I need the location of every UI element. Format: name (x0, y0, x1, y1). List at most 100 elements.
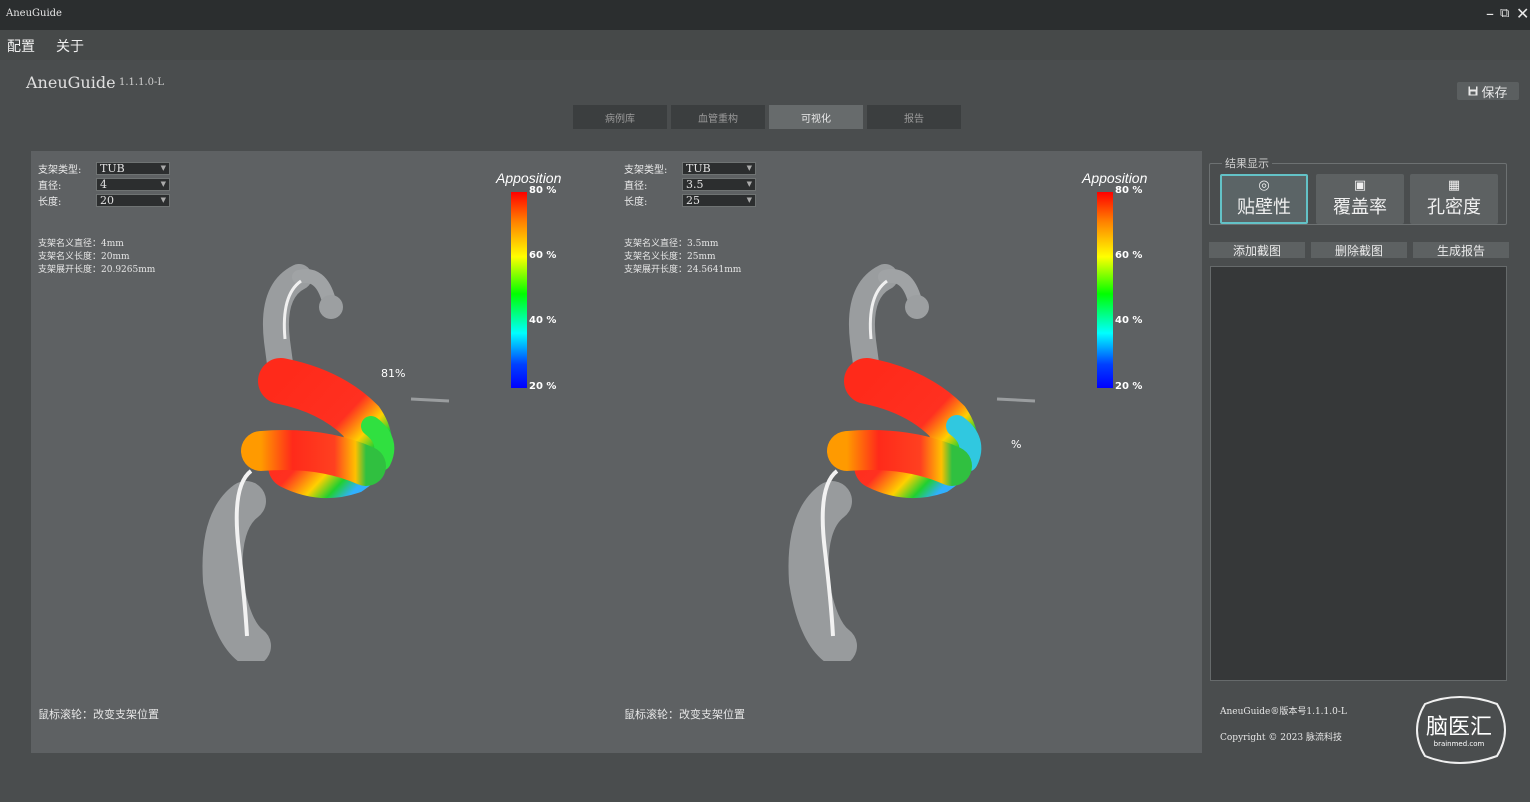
coverage-button[interactable]: ▣ 覆盖率 (1316, 174, 1404, 224)
floppy-disk-icon (1468, 86, 1478, 96)
legend-title: Apposition (1082, 170, 1148, 186)
apposition-colorbar (1097, 192, 1113, 388)
vessel-3d-model[interactable] (767, 251, 1047, 661)
stent-type-label: 支架类型: (38, 164, 82, 176)
length-label: 长度: (624, 196, 648, 208)
generate-report-button[interactable]: 生成报告 (1413, 242, 1509, 258)
app-name: AneuGuide (26, 73, 116, 92)
legend-tick: 80 % (1115, 185, 1143, 196)
diameter-select[interactable]: 3.5 ▼ (682, 177, 756, 191)
legend-tick: 40 % (1115, 315, 1143, 326)
deployed-length: 支架展开长度：24.5641mm (624, 265, 742, 275)
apposition-button[interactable]: ◎ 贴壁性 (1220, 174, 1308, 224)
chevron-down-icon: ▼ (160, 164, 166, 172)
legend-tick: 60 % (1115, 250, 1143, 261)
stent-type-select[interactable]: TUB ▼ (96, 161, 170, 175)
title-bar: AneuGuide – ⧉ ✕ (0, 0, 1530, 30)
vessel-branch (996, 397, 1036, 403)
stent-type-value: TUB (686, 161, 711, 175)
diameter-value: 3.5 (686, 177, 704, 191)
diameter-select[interactable]: 4 ▼ (96, 177, 170, 191)
result-display-group: 结果显示 ◎ 贴壁性 ▣ 覆盖率 ▦ 孔密度 (1209, 155, 1507, 225)
screenshot-actions: 添加截图 删除截图 生成报告 (1209, 242, 1509, 258)
app-version: 1.1.1.0-L (119, 77, 165, 88)
apposition-percent-label: 81% (381, 367, 406, 380)
chevron-down-icon: ▼ (746, 196, 752, 204)
chevron-down-icon: ▼ (746, 164, 752, 172)
main-tabs: 病例库 血管重构 可视化 报告 (573, 105, 961, 129)
mouse-hint: 鼠标滚轮：改变支架位置 (38, 708, 159, 721)
vessel-branch (410, 397, 450, 403)
stent-stats: 支架名义直径：4mm 支架名义长度：20mm 支架展开长度：20.9265mm (38, 238, 155, 277)
menu-about[interactable]: 关于 (56, 36, 84, 56)
vessel-segment (849, 264, 898, 384)
stent-type-select[interactable]: TUB ▼ (682, 161, 756, 175)
nominal-diameter: 支架名义直径：4mm (38, 239, 124, 249)
stent-params: 支架类型: TUB ▼ 直径: 3.5 ▼ 长度: 25 ▼ (624, 160, 756, 208)
visualization-viewport[interactable]: 支架类型: TUB ▼ 直径: 4 ▼ 长度: 20 ▼ 支架名义直径：4mm 支架名… (31, 151, 1202, 753)
mouse-hint: 鼠标滚轮：改变支架位置 (624, 708, 745, 721)
length-value: 25 (686, 193, 700, 207)
diameter-value: 4 (100, 177, 107, 191)
legend-title: Apposition (496, 170, 562, 186)
copyright: Copyright © 2023 脉流科技 (1220, 733, 1342, 743)
grid-icon: ▦ (1447, 178, 1461, 193)
tab-report[interactable]: 报告 (867, 105, 961, 129)
stent-type-value: TUB (100, 161, 125, 175)
legend-tick: 40 % (529, 315, 557, 326)
legend-tick: 20 % (1115, 381, 1143, 392)
tab-case-library[interactable]: 病例库 (573, 105, 667, 129)
length-select[interactable]: 25 ▼ (682, 193, 756, 207)
apposition-label: 贴壁性 (1237, 197, 1291, 218)
length-select[interactable]: 20 ▼ (96, 193, 170, 207)
apposition-colorbar (511, 192, 527, 388)
pore-density-button[interactable]: ▦ 孔密度 (1410, 174, 1498, 224)
watermark-text: 脑医汇 (1426, 715, 1492, 740)
result-group-title: 结果显示 (1222, 155, 1272, 171)
deployed-length: 支架展开长度：20.9265mm (38, 265, 156, 275)
right-stent-pane[interactable]: 支架类型: TUB ▼ 直径: 3.5 ▼ 长度: 25 ▼ 支架名义直径：3.5mm… (617, 151, 1202, 753)
nominal-length: 支架名义长度：20mm (38, 252, 130, 262)
tab-vessel-reconstruction[interactable]: 血管重构 (671, 105, 765, 129)
save-label: 保存 (1481, 85, 1508, 101)
left-stent-pane[interactable]: 支架类型: TUB ▼ 直径: 4 ▼ 长度: 20 ▼ 支架名义直径：4mm 支架名… (31, 151, 616, 753)
legend-tick: 80 % (529, 185, 557, 196)
aneurysm-sac (905, 295, 929, 319)
result-side-panel: 结果显示 ◎ 贴壁性 ▣ 覆盖率 ▦ 孔密度 添加截图 删除截图 生成报告 An… (1207, 151, 1509, 751)
pore-density-label: 孔密度 (1427, 197, 1481, 218)
vessel-segment (263, 264, 312, 384)
stent-stats: 支架名义直径：3.5mm 支架名义长度：25mm 支架展开长度：24.5641m… (624, 238, 741, 277)
vessel-3d-model[interactable] (181, 251, 461, 661)
stent-apposition-map (827, 430, 972, 486)
aneurysm-sac (319, 295, 343, 319)
minimize-icon[interactable]: – (1486, 4, 1494, 23)
menu-config[interactable]: 配置 (7, 36, 35, 56)
legend-tick: 20 % (529, 381, 557, 392)
chevron-down-icon: ▼ (160, 196, 166, 204)
delete-screenshot-button[interactable]: 删除截图 (1311, 242, 1407, 258)
diameter-label: 直径: (624, 180, 648, 192)
restore-icon[interactable]: ⧉ (1500, 6, 1509, 21)
chevron-down-icon: ▼ (160, 180, 166, 188)
apposition-percent-label: % (1011, 438, 1022, 451)
stent-apposition-map (241, 430, 386, 486)
coverage-label: 覆盖率 (1333, 197, 1387, 218)
chevron-down-icon: ▼ (746, 180, 752, 188)
window-title: AneuGuide (6, 8, 62, 19)
length-value: 20 (100, 193, 114, 207)
image-frame-icon: ▣ (1353, 178, 1367, 193)
brainmed-watermark: 脑医汇 brainmed.com (1416, 696, 1506, 764)
tab-visualization[interactable]: 可视化 (769, 105, 863, 129)
close-icon[interactable]: ✕ (1516, 4, 1529, 23)
save-button[interactable]: 保存 (1457, 82, 1519, 101)
nominal-length: 支架名义长度：25mm (624, 252, 716, 262)
add-screenshot-button[interactable]: 添加截图 (1209, 242, 1305, 258)
menu-bar: 配置 关于 (0, 30, 1530, 60)
nominal-diameter: 支架名义直径：3.5mm (624, 239, 719, 249)
length-label: 长度: (38, 196, 62, 208)
watermark-subtext: brainmed.com (1434, 740, 1485, 748)
legend-tick: 60 % (529, 250, 557, 261)
screenshot-preview-area[interactable] (1210, 266, 1507, 681)
target-icon: ◎ (1258, 178, 1270, 193)
stent-params: 支架类型: TUB ▼ 直径: 4 ▼ 长度: 20 ▼ (38, 160, 170, 208)
